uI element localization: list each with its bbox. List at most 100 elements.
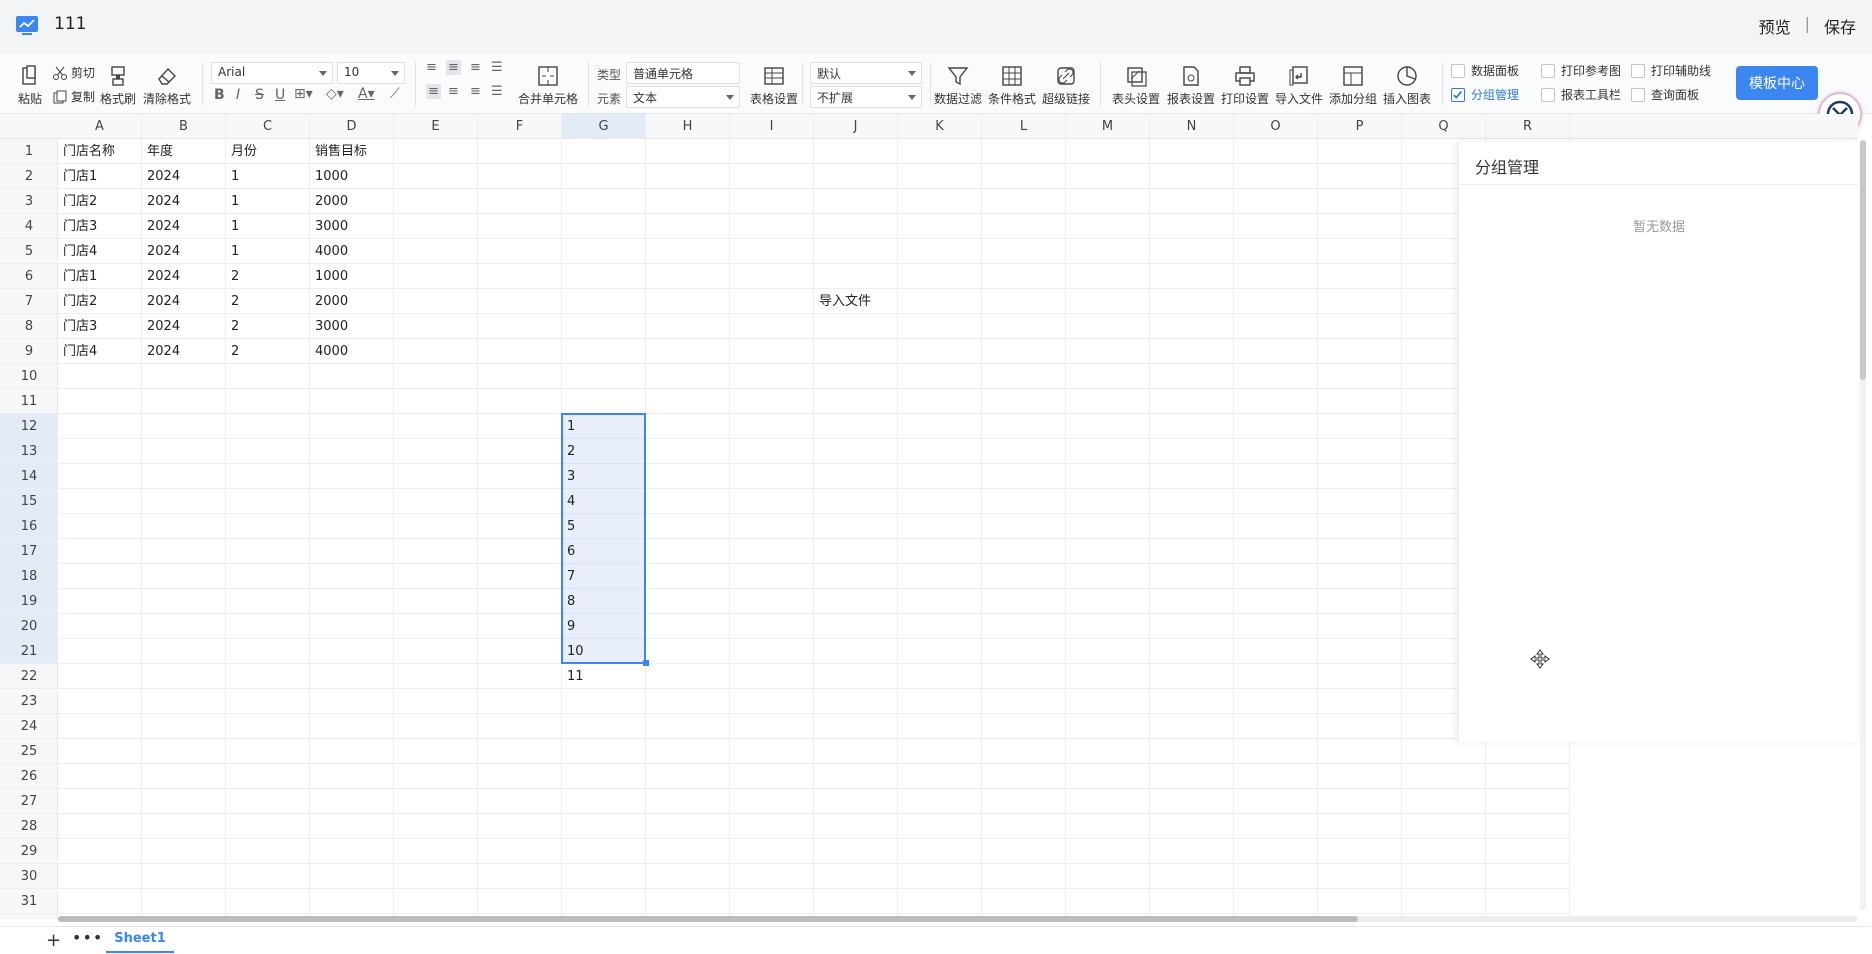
save-button[interactable]: 保存	[1824, 14, 1856, 38]
row-header-24[interactable]: 24	[0, 714, 58, 739]
cell-b1[interactable]: 年度	[142, 139, 226, 164]
cell-d5[interactable]: 4000	[310, 239, 394, 264]
cell-a2[interactable]: 门店1	[58, 164, 142, 189]
cell-b7[interactable]: 2024	[142, 289, 226, 314]
report-settings-button[interactable]: 报表设置	[1167, 64, 1215, 107]
cell-g19[interactable]: 8	[562, 589, 646, 614]
row-header-19[interactable]: 19	[0, 589, 58, 614]
row-header-2[interactable]: 2	[0, 164, 58, 189]
row-header-22[interactable]: 22	[0, 664, 58, 689]
report-toolbar-checkbox[interactable]: 报表工具栏	[1541, 86, 1621, 103]
column-header-h[interactable]: H	[646, 114, 730, 139]
cell-g21[interactable]: 10	[562, 639, 646, 664]
align-left-icon[interactable]: ≡	[426, 84, 441, 99]
row-header-6[interactable]: 6	[0, 264, 58, 289]
align-right-icon[interactable]: ≡	[470, 84, 481, 99]
import-file-button[interactable]: 导入文件	[1275, 64, 1323, 107]
vertical-scrollbar[interactable]	[1860, 140, 1866, 910]
row-header-13[interactable]: 13	[0, 439, 58, 464]
cell-b9[interactable]: 2024	[142, 339, 226, 364]
cell-a6[interactable]: 门店1	[58, 264, 142, 289]
column-header-o[interactable]: O	[1234, 114, 1318, 139]
cell-c2[interactable]: 1	[226, 164, 310, 189]
strikethrough-icon[interactable]: S	[255, 87, 264, 103]
row-header-21[interactable]: 21	[0, 639, 58, 664]
cell-c5[interactable]: 1	[226, 239, 310, 264]
row-header-29[interactable]: 29	[0, 839, 58, 864]
cell-type-select[interactable]: 普通单元格	[626, 62, 740, 84]
print-guides-checkbox[interactable]: 打印辅助线	[1631, 62, 1711, 79]
column-header-q[interactable]: Q	[1402, 114, 1486, 139]
data-filter-button[interactable]: 数据过滤	[934, 64, 982, 107]
column-header-b[interactable]: B	[142, 114, 226, 139]
header-settings-button[interactable]: 表头设置	[1112, 64, 1160, 107]
fill-color-icon[interactable]: ◇▾	[326, 86, 344, 102]
cell-a7[interactable]: 门店2	[58, 289, 142, 314]
cell-b6[interactable]: 2024	[142, 264, 226, 289]
cell-b4[interactable]: 2024	[142, 214, 226, 239]
row-header-14[interactable]: 14	[0, 464, 58, 489]
merge-cells-button[interactable]: 合并单元格	[518, 64, 578, 107]
row-header-7[interactable]: 7	[0, 289, 58, 314]
column-header-j[interactable]: J	[814, 114, 898, 139]
column-header-m[interactable]: M	[1066, 114, 1150, 139]
cell-b5[interactable]: 2024	[142, 239, 226, 264]
row-header-25[interactable]: 25	[0, 739, 58, 764]
template-center-button[interactable]: 模板中心	[1736, 66, 1818, 100]
column-header-c[interactable]: C	[226, 114, 310, 139]
row-header-20[interactable]: 20	[0, 614, 58, 639]
clear-format-button[interactable]: 清除格式	[143, 64, 191, 107]
cell-d7[interactable]: 2000	[310, 289, 394, 314]
row-header-3[interactable]: 3	[0, 189, 58, 214]
cell-d8[interactable]: 3000	[310, 314, 394, 339]
cell-g15[interactable]: 4	[562, 489, 646, 514]
align-top-icon[interactable]: ≡	[426, 60, 437, 75]
row-header-11[interactable]: 11	[0, 389, 58, 414]
cell-a3[interactable]: 门店2	[58, 189, 142, 214]
row-header-23[interactable]: 23	[0, 689, 58, 714]
cell-g18[interactable]: 7	[562, 564, 646, 589]
font-size-select[interactable]: 10	[337, 62, 405, 84]
row-header-10[interactable]: 10	[0, 364, 58, 389]
cell-b3[interactable]: 2024	[142, 189, 226, 214]
row-header-18[interactable]: 18	[0, 564, 58, 589]
expand-direction-select[interactable]: 默认	[810, 62, 922, 84]
element-select[interactable]: 文本	[626, 86, 740, 108]
column-header-d[interactable]: D	[310, 114, 394, 139]
copy-button[interactable]: 复制	[52, 88, 95, 105]
cut-button[interactable]: 剪切	[52, 64, 95, 81]
row-header-4[interactable]: 4	[0, 214, 58, 239]
row-header-30[interactable]: 30	[0, 864, 58, 889]
paste-button[interactable]: 粘贴	[18, 64, 42, 107]
align-center-icon[interactable]: ≡	[448, 84, 459, 99]
hyperlink-button[interactable]: 超级链接	[1042, 64, 1090, 107]
row-header-16[interactable]: 16	[0, 514, 58, 539]
column-header-i[interactable]: I	[730, 114, 814, 139]
cell-a1[interactable]: 门店名称	[58, 139, 142, 164]
cell-c6[interactable]: 2	[226, 264, 310, 289]
data-panel-checkbox[interactable]: 数据面板	[1451, 62, 1519, 79]
cell-g13[interactable]: 2	[562, 439, 646, 464]
row-header-1[interactable]: 1	[0, 139, 58, 164]
query-panel-checkbox[interactable]: 查询面板	[1631, 86, 1699, 103]
cell-g17[interactable]: 6	[562, 539, 646, 564]
table-settings-button[interactable]: 表格设置	[750, 64, 798, 107]
sheet-tab[interactable]: Sheet1	[106, 927, 174, 953]
cell-d2[interactable]: 1000	[310, 164, 394, 189]
underline-icon[interactable]: U	[275, 87, 285, 103]
print-settings-button[interactable]: 打印设置	[1221, 64, 1269, 107]
cell-g12[interactable]: 1	[562, 414, 646, 439]
row-header-27[interactable]: 27	[0, 789, 58, 814]
row-header-15[interactable]: 15	[0, 489, 58, 514]
cell-c1[interactable]: 月份	[226, 139, 310, 164]
border-icon[interactable]: ⊞▾	[294, 86, 313, 102]
font-color-icon[interactable]: A▾	[358, 86, 375, 102]
cell-c9[interactable]: 2	[226, 339, 310, 364]
clear-style-icon[interactable]: ⟋	[390, 86, 400, 102]
align-bottom-icon[interactable]: ≡	[470, 60, 481, 75]
horizontal-scroll-thumb[interactable]	[58, 916, 1358, 922]
horizontal-scrollbar[interactable]	[58, 916, 1858, 922]
cell-d6[interactable]: 1000	[310, 264, 394, 289]
insert-chart-button[interactable]: 插入图表	[1383, 64, 1431, 107]
row-header-28[interactable]: 28	[0, 814, 58, 839]
